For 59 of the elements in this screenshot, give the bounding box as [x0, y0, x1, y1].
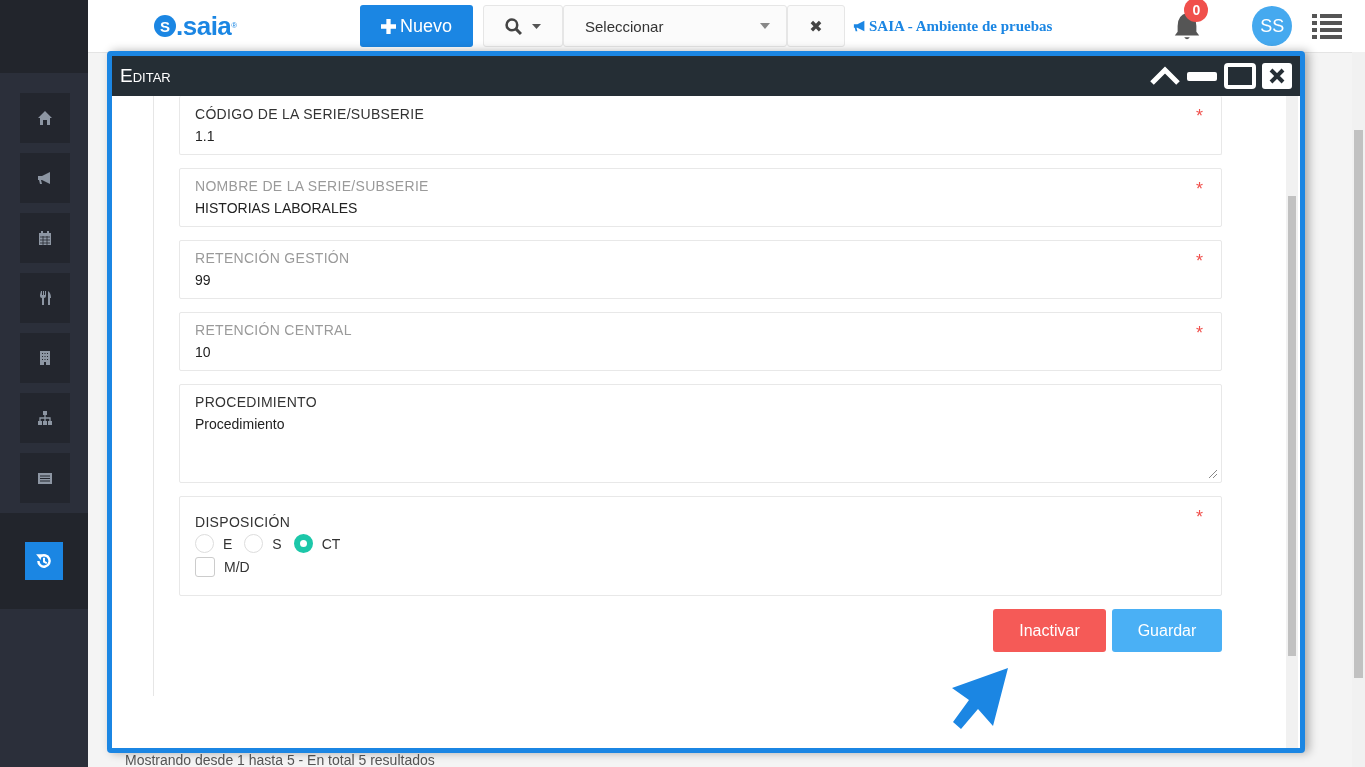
history-button[interactable]: [25, 542, 63, 580]
sidebar-button[interactable]: [20, 93, 70, 143]
dialog-title: Editar: [120, 65, 172, 87]
menu-icon[interactable]: [1312, 13, 1343, 39]
building-icon: [37, 350, 53, 366]
results-summary: Mostrando desde 1 hasta 5 - En total 5 resultados: [125, 753, 435, 767]
textarea-field[interactable]: PROCEDIMIENTO Procedimiento: [179, 384, 1222, 483]
required-asterisk: *: [1196, 507, 1203, 528]
sidebar-button[interactable]: [20, 153, 70, 203]
field-label: NOMBRE DE LA SERIE/SUBSERIE: [195, 178, 429, 194]
checkbox-label: M/D: [224, 559, 250, 575]
radio-label: S: [272, 535, 282, 552]
megaphone-icon: [853, 19, 867, 33]
close-icon[interactable]: [1262, 63, 1292, 89]
calendar-icon: [37, 230, 53, 246]
new-button[interactable]: Nuevo: [360, 5, 473, 47]
megaphone-icon: [37, 170, 53, 186]
sidebar-button[interactable]: [20, 213, 70, 263]
field-label: RETENCIÓN GESTIÓN: [195, 250, 350, 266]
required-asterisk: *: [1196, 106, 1203, 127]
required-asterisk: *: [1196, 251, 1203, 272]
environment-notice: SAIA - Ambiente de pruebas: [869, 17, 1053, 35]
arrow-pointer-icon: [952, 668, 1008, 732]
select-field[interactable]: Seleccionar: [563, 5, 787, 47]
utensils-icon: [37, 290, 53, 306]
required-asterisk: *: [1196, 179, 1203, 200]
resize-grip-icon: [1209, 470, 1217, 478]
caret-icon: [760, 23, 770, 29]
collapse-icon[interactable]: [1150, 65, 1180, 87]
field-label: CÓDIGO DE LA SERIE/SUBSERIE: [195, 106, 425, 122]
plus-icon: [381, 18, 396, 34]
field-label: PROCEDIMIENTO: [195, 394, 317, 410]
dialog-scrollbar[interactable]: [1286, 96, 1298, 748]
field-label: DISPOSICIÓN: [195, 514, 291, 530]
maximize-icon[interactable]: [1224, 63, 1256, 89]
search-button[interactable]: [483, 5, 563, 47]
radio-label: E: [223, 535, 233, 552]
sidebar-button[interactable]: [20, 333, 70, 383]
checkbox[interactable]: [195, 557, 215, 577]
sidebar-button[interactable]: [20, 453, 70, 503]
home-icon: [37, 110, 53, 126]
clear-button[interactable]: ✖: [787, 5, 845, 47]
radio-button[interactable]: [293, 534, 313, 553]
list-icon: [37, 470, 53, 486]
sidebar-button[interactable]: [20, 273, 70, 323]
field-label: RETENCIÓN CENTRAL: [195, 322, 352, 338]
caret-icon: [532, 23, 541, 29]
radio-label: CT: [321, 535, 341, 552]
logo-badge: S: [154, 15, 176, 37]
logo-text: .saia: [176, 13, 232, 39]
text-field[interactable]: CÓDIGO DE LA SERIE/SUBSERIE 1.1 *: [179, 96, 1222, 155]
search-icon: [505, 17, 522, 35]
registered-mark: ®: [231, 21, 238, 30]
required-asterisk: *: [1196, 323, 1203, 344]
sitemap-icon: [37, 410, 53, 426]
history-icon: [35, 552, 53, 570]
sidebar-button[interactable]: [20, 393, 70, 443]
minimize-icon[interactable]: [1186, 70, 1218, 82]
notification-count: 0: [1184, 0, 1209, 22]
